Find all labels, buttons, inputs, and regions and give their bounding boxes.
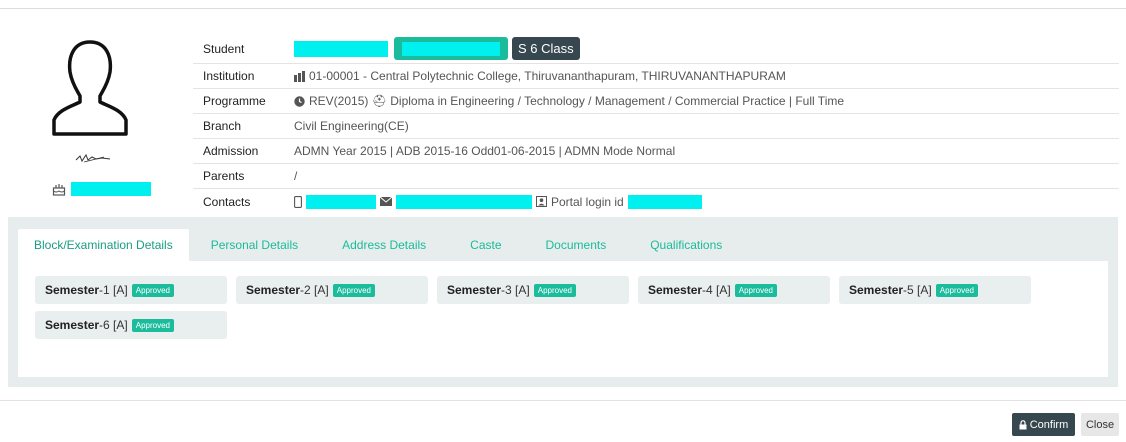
tab-bar: Block/Examination Details Personal Detai… — [18, 229, 744, 261]
status-badge: Approved — [935, 283, 978, 297]
semester-number: -5 [A] — [903, 283, 932, 297]
label-parents: Parents — [203, 169, 245, 183]
institution-value: 01-00001 - Central Polytechnic College, … — [294, 69, 786, 83]
student-value: S 6 Class — [294, 37, 580, 60]
parents-value: / — [294, 169, 298, 183]
label-admission: Admission — [203, 144, 259, 158]
student-name-redacted — [294, 40, 388, 57]
building-icon — [294, 70, 305, 82]
details-tabs-panel: Block/Examination Details Personal Detai… — [8, 217, 1118, 387]
user-card-icon — [536, 196, 547, 207]
status-badge: Approved — [332, 283, 375, 297]
profile-photo-column — [40, 30, 190, 210]
confirm-button[interactable]: Confirm — [1012, 413, 1075, 436]
status-badge: Approved — [734, 283, 777, 297]
semester-label: Semester — [849, 283, 904, 297]
clock-icon — [294, 95, 305, 107]
confirm-label: Confirm — [1029, 418, 1069, 431]
row-parents: Parents / — [193, 164, 1119, 189]
tab-caste[interactable]: Caste — [448, 229, 523, 261]
semester-label: Semester — [246, 283, 301, 297]
semester-number: -4 [A] — [702, 283, 731, 297]
programme-text: REV(2015) ⛑ Diploma in Engineering / Tec… — [309, 94, 845, 108]
semester-number: -6 [A] — [99, 318, 128, 332]
semester-card-6[interactable]: Semester -6 [A] Approved — [35, 311, 227, 339]
status-badge: Approved — [131, 318, 174, 332]
register-number-redacted — [402, 41, 500, 56]
portal-login-text: Portal login id — [551, 194, 624, 209]
mobile-phone-icon — [294, 195, 302, 208]
status-badge: Approved — [131, 283, 174, 297]
row-branch: Branch Civil Engineering(CE) — [193, 114, 1119, 139]
label-institution: Institution — [203, 69, 255, 83]
label-contacts: Contacts — [203, 194, 251, 209]
tab-block-examination-details[interactable]: Block/Examination Details — [18, 229, 189, 261]
admission-value: ADMN Year 2015 | ADB 2015-16 Odd01-06-20… — [294, 144, 676, 158]
tab-personal-details[interactable]: Personal Details — [189, 229, 320, 261]
row-institution: Institution 01-00001 - Central Polytechn… — [193, 64, 1119, 89]
portal-login-redacted — [627, 194, 702, 209]
semester-card-1[interactable]: Semester -1 [A] Approved — [35, 276, 227, 304]
label-branch: Branch — [203, 119, 242, 133]
dob-redacted — [71, 182, 151, 196]
phone-redacted — [306, 194, 376, 209]
tab-content-block-examination: Semester -1 [A] Approved Semester -2 [A] A… — [18, 261, 1108, 377]
semester-card-5[interactable]: Semester -5 [A] Approved — [839, 276, 1031, 304]
semester-label: Semester — [447, 283, 502, 297]
row-contacts: Contacts Portal login id — [193, 189, 1119, 214]
semester-card-4[interactable]: Semester -4 [A] Approved — [638, 276, 830, 304]
dob — [52, 182, 151, 196]
envelope-icon — [380, 197, 392, 206]
close-button[interactable]: Close — [1081, 413, 1119, 436]
tab-address-details[interactable]: Address Details — [320, 229, 448, 261]
row-admission: Admission ADMN Year 2015 | ADB 2015-16 O… — [193, 139, 1119, 164]
lock-icon — [1019, 419, 1027, 429]
label-student: Student — [203, 41, 245, 56]
semester-card-2[interactable]: Semester -2 [A] Approved — [236, 276, 428, 304]
institution-text: 01-00001 - Central Polytechnic College, … — [309, 69, 786, 83]
label-programme: Programme — [203, 94, 266, 108]
row-student: Student S 6 Class — [193, 34, 1119, 64]
programme-value: REV(2015) ⛑ Diploma in Engineering / Tec… — [294, 94, 844, 108]
footer-divider — [0, 400, 1126, 401]
branch-value: Civil Engineering(CE) — [294, 119, 409, 133]
row-programme: Programme REV(2015) ⛑ Diploma in Enginee… — [193, 89, 1119, 114]
avatar — [52, 40, 128, 136]
cake-icon — [52, 184, 66, 196]
status-badge: Approved — [533, 283, 576, 297]
student-info-table: Student S 6 Class Institution 01-00001 -… — [193, 34, 1119, 214]
semester-number: -3 [A] — [501, 283, 530, 297]
contacts-value: Portal login id — [294, 194, 702, 209]
class-badge: S 6 Class — [512, 37, 580, 60]
register-number-badge — [394, 37, 508, 60]
semester-card-3[interactable]: Semester -3 [A] Approved — [437, 276, 629, 304]
semester-label: Semester — [45, 283, 100, 297]
semester-number: -1 [A] — [99, 283, 128, 297]
semester-number: -2 [A] — [300, 283, 329, 297]
tab-documents[interactable]: Documents — [524, 229, 629, 261]
semester-label: Semester — [45, 318, 100, 332]
semester-label: Semester — [648, 283, 703, 297]
email-redacted — [396, 194, 532, 209]
tab-qualifications[interactable]: Qualifications — [628, 229, 744, 261]
top-divider — [0, 8, 1126, 9]
signature — [75, 153, 111, 163]
